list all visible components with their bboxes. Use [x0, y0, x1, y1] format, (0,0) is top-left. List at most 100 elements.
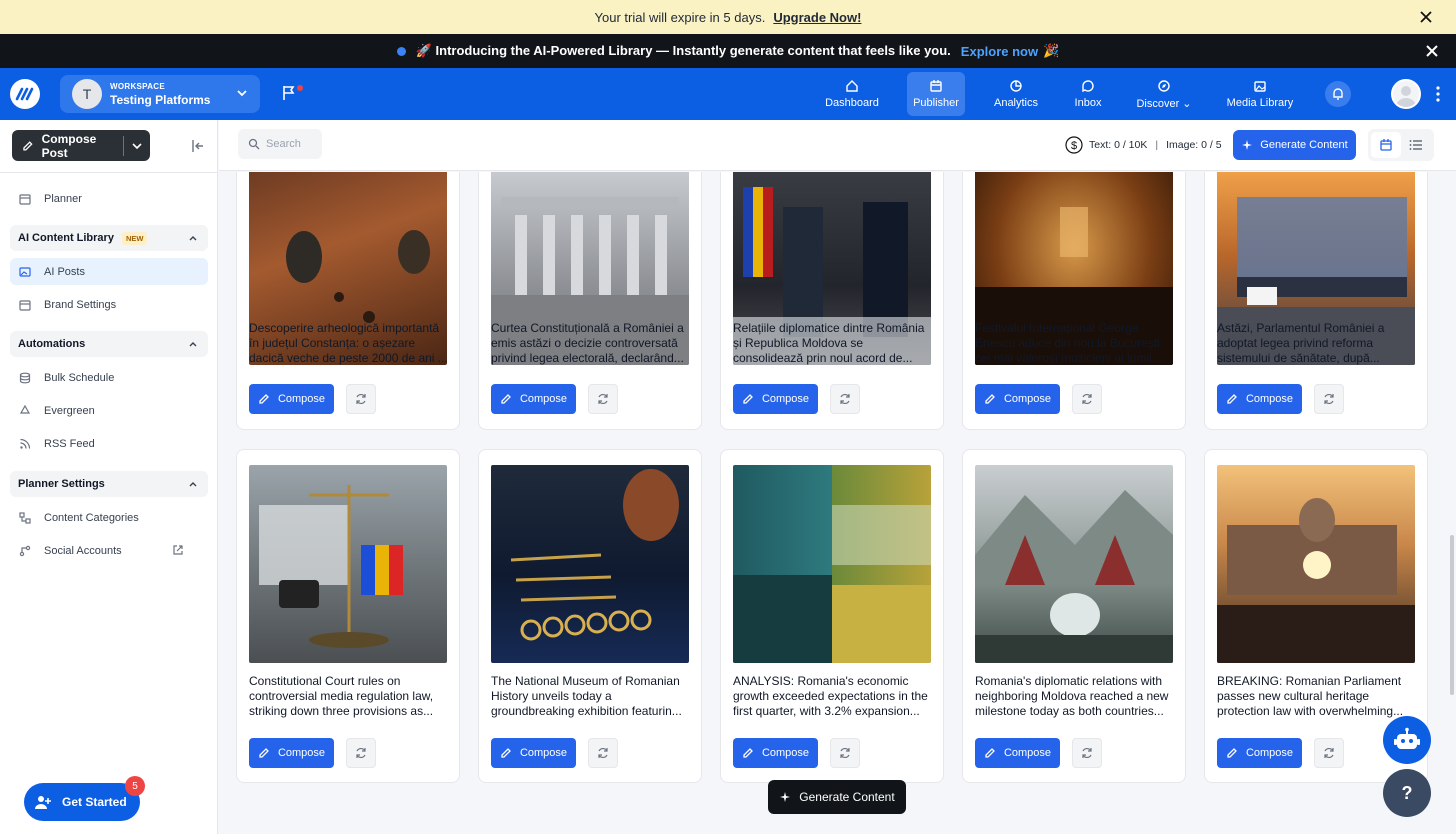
sidebar-item-label: Social Accounts: [44, 544, 122, 557]
post-image: [249, 465, 447, 663]
sidebar-group-planner-settings[interactable]: Planner Settings: [10, 471, 208, 497]
nav-media-library[interactable]: Media Library: [1224, 72, 1296, 116]
sidebar-item-planner[interactable]: Planner: [10, 185, 208, 212]
sidebar-item-ai-posts[interactable]: AI Posts: [10, 258, 208, 285]
compose-post-button[interactable]: Compose Post: [12, 130, 150, 161]
sidebar-group-ai-content-library[interactable]: AI Content Library NEW: [10, 225, 208, 251]
compose-button[interactable]: Compose: [733, 384, 818, 414]
sidebar-item-rss-feed[interactable]: RSS Feed: [10, 430, 208, 457]
compose-button[interactable]: Compose: [733, 738, 818, 768]
compose-button[interactable]: Compose: [1217, 738, 1302, 768]
floating-generate-content-button[interactable]: Generate Content: [768, 780, 906, 814]
compose-label: Compose: [1245, 747, 1294, 759]
compose-label: Compose: [761, 747, 810, 759]
get-started-label: Get Started: [62, 795, 127, 809]
user-avatar[interactable]: [1391, 79, 1421, 109]
nav-dashboard[interactable]: Dashboard: [817, 72, 887, 116]
pie-chart-icon: [1010, 80, 1022, 92]
compose-button[interactable]: Compose: [491, 384, 576, 414]
trial-banner: Your trial will expire in 5 days. Upgrad…: [0, 0, 1456, 34]
compose-button[interactable]: Compose: [1217, 384, 1302, 414]
nav-publisher[interactable]: Publisher: [907, 72, 965, 116]
nav-analytics[interactable]: Analytics: [988, 72, 1044, 116]
edit-icon: [985, 748, 995, 758]
sidebar-item-label: AI Posts: [44, 265, 85, 278]
party-emoji: 🎉: [1043, 43, 1060, 58]
explore-now-link[interactable]: Explore now: [961, 44, 1038, 59]
regenerate-button[interactable]: [1314, 384, 1344, 414]
compose-button[interactable]: Compose: [491, 738, 576, 768]
sidebar: Compose Post Planner AI Content Library …: [0, 120, 218, 834]
get-started-button[interactable]: Get Started: [24, 783, 140, 821]
compose-button[interactable]: Compose: [249, 738, 334, 768]
post-image: [491, 465, 689, 663]
compose-button[interactable]: Compose: [249, 384, 334, 414]
sidebar-item-content-categories[interactable]: Content Categories: [10, 504, 208, 531]
more-options-icon[interactable]: [1432, 85, 1444, 103]
close-announcement-icon[interactable]: [1424, 43, 1440, 59]
compose-button[interactable]: Compose: [975, 384, 1060, 414]
regenerate-button[interactable]: [588, 738, 618, 768]
close-trial-icon[interactable]: [1418, 9, 1434, 25]
bell-icon[interactable]: [1325, 81, 1351, 107]
sidebar-group-automations[interactable]: Automations: [10, 331, 208, 357]
sparkle-icon: [1242, 140, 1253, 150]
external-link-icon[interactable]: [172, 544, 184, 556]
nav-analytics-label: Analytics: [993, 97, 1039, 109]
search-input[interactable]: [266, 138, 318, 150]
sidebar-item-label: Bulk Schedule: [44, 371, 115, 384]
regenerate-button[interactable]: [346, 738, 376, 768]
sidebar-item-label: RSS Feed: [44, 437, 95, 450]
post-card: Curtea Constituțională a României a emis…: [478, 172, 702, 430]
regenerate-button[interactable]: [588, 384, 618, 414]
search-box[interactable]: [238, 129, 322, 159]
generate-content-button[interactable]: Generate Content: [1233, 130, 1356, 160]
calendar-view-button[interactable]: [1371, 132, 1401, 158]
post-text: Constitutional Court rules on controvers…: [249, 674, 434, 718]
image-icon: [19, 266, 31, 277]
post-image: [975, 465, 1173, 663]
post-card: Constitutional Court rules on controvers…: [236, 449, 460, 783]
compose-button[interactable]: Compose: [975, 738, 1060, 768]
refresh-icon: [1082, 747, 1092, 759]
compose-label: Compose: [1003, 747, 1052, 759]
regenerate-button[interactable]: [830, 738, 860, 768]
regenerate-button[interactable]: [1072, 384, 1102, 414]
sidebar-item-evergreen[interactable]: Evergreen: [10, 397, 208, 424]
compose-dropdown-button[interactable]: [124, 140, 150, 152]
get-started-count-badge: 5: [125, 776, 145, 796]
post-card: Astăzi, Parlamentul României a adoptat l…: [1204, 172, 1428, 430]
help-button[interactable]: ?: [1383, 769, 1431, 817]
upgrade-link[interactable]: Upgrade Now!: [773, 10, 861, 25]
post-text: Descoperire arheologică importantă în ju…: [249, 321, 448, 365]
compose-post-main[interactable]: Compose Post: [12, 130, 123, 161]
list-view-button[interactable]: [1401, 132, 1431, 158]
chevron-up-icon: [189, 342, 197, 347]
compose-label: Compose: [1245, 393, 1294, 405]
chatbot-button[interactable]: [1383, 716, 1431, 764]
regenerate-button[interactable]: [1314, 738, 1344, 768]
regenerate-button[interactable]: [1072, 738, 1102, 768]
new-badge: NEW: [121, 231, 148, 245]
app-logo[interactable]: [10, 79, 40, 109]
sidebar-item-social-accounts[interactable]: Social Accounts: [10, 537, 208, 564]
refresh-icon: [356, 747, 366, 759]
svg-text:$: $: [1071, 140, 1077, 152]
collapse-sidebar-icon[interactable]: [190, 138, 206, 154]
sidebar-item-bulk-schedule[interactable]: Bulk Schedule: [10, 364, 208, 391]
recycle-icon: [19, 404, 31, 414]
nav-media-library-label: Media Library: [1226, 97, 1294, 109]
nav-inbox[interactable]: Inbox: [1066, 72, 1110, 116]
regenerate-button[interactable]: [830, 384, 860, 414]
compose-post-label: Compose Post: [41, 131, 97, 160]
scrollbar[interactable]: [1450, 535, 1454, 695]
workspace-switcher[interactable]: T WORKSPACE Testing Platforms: [60, 75, 260, 113]
sidebar-item-brand-settings[interactable]: Brand Settings: [10, 291, 208, 318]
sidebar-item-label: Planner: [44, 192, 82, 205]
post-image: [1217, 465, 1415, 663]
edit-icon: [985, 394, 995, 404]
regenerate-button[interactable]: [346, 384, 376, 414]
nav-publisher-label: Publisher: [913, 97, 959, 109]
nav-discover[interactable]: Discover ⌄: [1133, 72, 1195, 116]
flag-icon[interactable]: [281, 84, 303, 104]
